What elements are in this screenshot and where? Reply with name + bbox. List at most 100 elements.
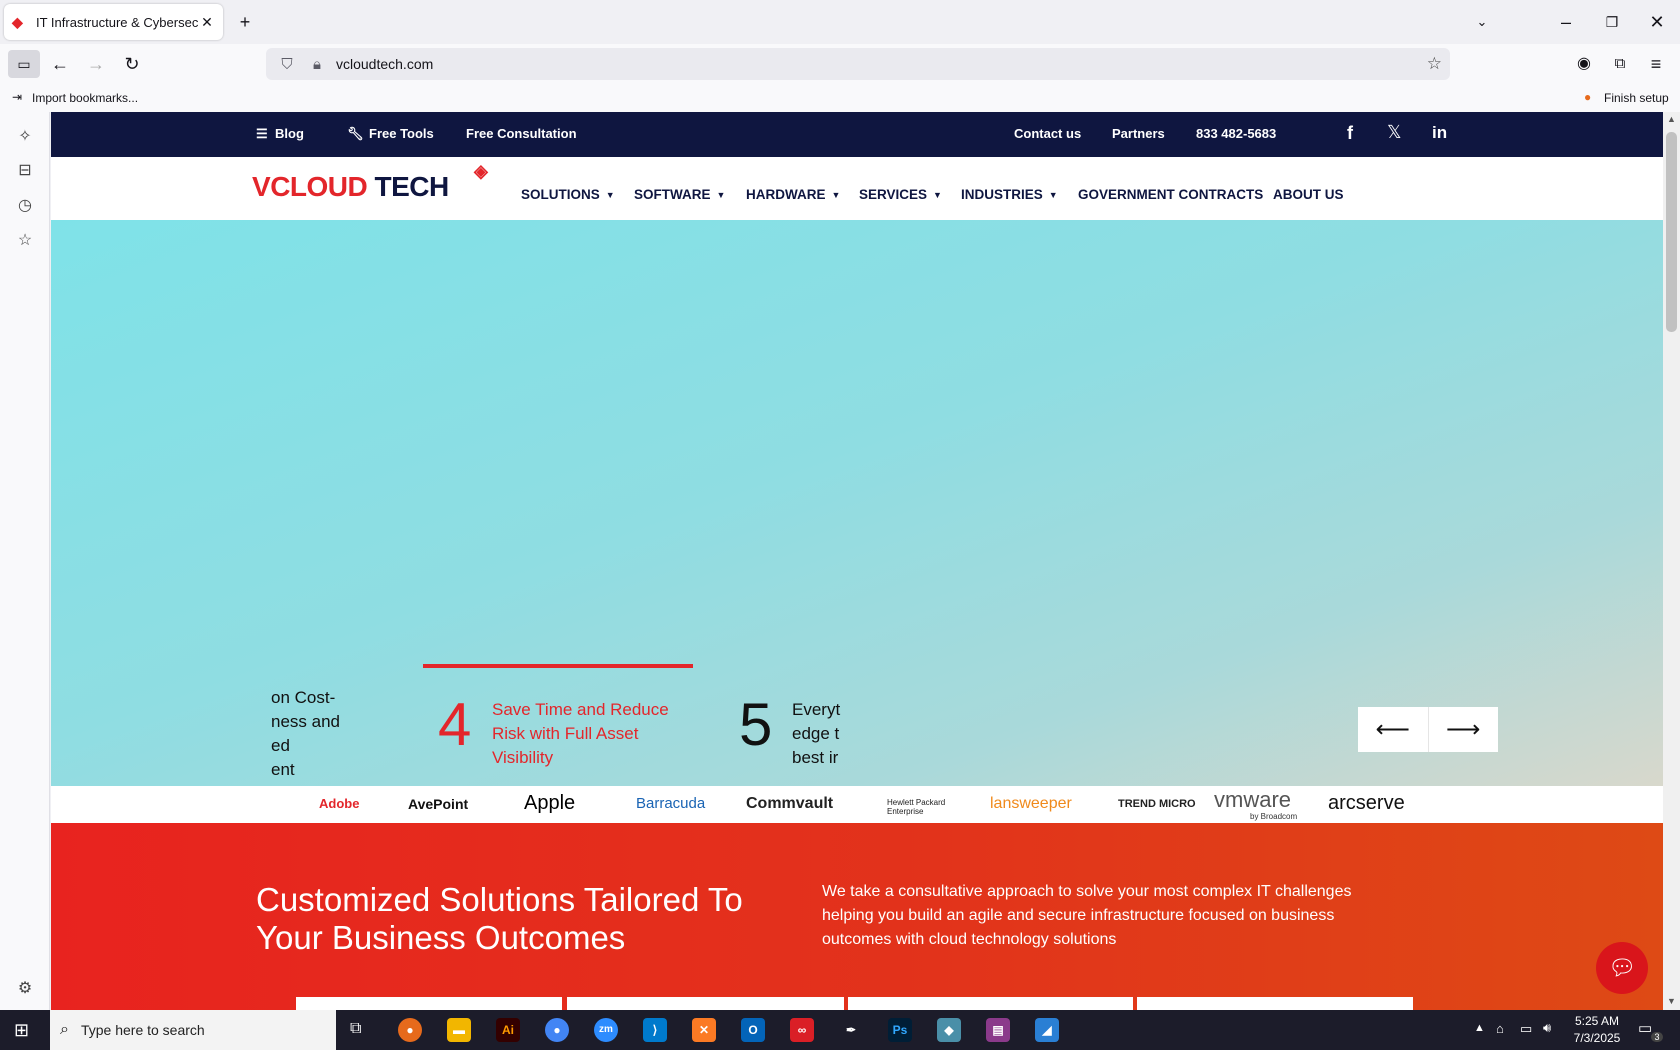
import-icon: ⇥ — [12, 90, 23, 104]
photoshop-icon[interactable]: Ps — [888, 1018, 912, 1042]
xampp-icon[interactable]: ✕ — [692, 1018, 716, 1042]
address-bar[interactable]: ⛉ 🔒︎ vcloudtech.com ☆ — [266, 48, 1450, 80]
slide-4-number: 4 — [438, 691, 472, 758]
partners-link[interactable]: Partners — [1112, 126, 1165, 141]
windows-start-icon[interactable]: ⊞ — [14, 1020, 29, 1041]
adobe-logo: Adobe — [319, 796, 360, 811]
paint-icon[interactable]: ◢ — [1035, 1018, 1059, 1042]
page-scrollbar[interactable]: ▲ ▼ — [1663, 112, 1680, 1010]
back-arrow-icon[interactable]: ← — [44, 50, 76, 78]
avepoint-logo: AvePoint — [408, 796, 469, 812]
linkedin-icon[interactable]: in — [1432, 123, 1447, 143]
settings-gear-icon[interactable]: ⚙ — [14, 978, 36, 1000]
nav-services[interactable]: SERVICES ▼ — [859, 187, 942, 202]
ai-sparkle-icon[interactable]: ✧ — [14, 126, 36, 148]
nav-solutions[interactable]: SOLUTIONS ▼ — [521, 187, 615, 202]
apple-logo: Apple — [524, 792, 576, 814]
prev-arrow-icon[interactable]: ⟵ — [1358, 707, 1429, 752]
shield-icon[interactable]: ⛉ — [276, 56, 298, 73]
bookmark-star-icon[interactable]: ☆ — [1427, 54, 1442, 74]
tab-list-chevron-icon[interactable]: ⌄ — [1466, 8, 1498, 36]
trend-micro-logo: TREND MICRO — [1118, 798, 1196, 810]
tray-chevron-icon[interactable]: ▲ — [1474, 1022, 1485, 1034]
windows-taskbar: ⊞ ⌕ Type here to search ⧉ ● ▬ Ai ● zm ⟩ … — [0, 1010, 1680, 1050]
tray-network-icon[interactable]: ⌂ — [1496, 1021, 1504, 1036]
lock-icon[interactable]: 🔒︎ — [306, 56, 328, 73]
firefox-icon: ● — [1584, 90, 1592, 104]
taskbar-search[interactable]: ⌕ Type here to search — [50, 1010, 336, 1050]
tab-close-icon[interactable]: ✕ — [199, 14, 215, 31]
clock-time[interactable]: 5:25 AM — [1571, 1014, 1623, 1028]
volume-icon[interactable]: 🔊︎ — [1543, 1020, 1551, 1036]
solution-card[interactable] — [567, 997, 844, 1010]
slide-5-text[interactable]: Everyt edge t best ir — [792, 698, 842, 770]
section-description: We take a consultative approach to solve… — [822, 883, 1352, 948]
chrome-icon[interactable]: ● — [545, 1018, 569, 1042]
creative-cloud-icon[interactable]: ∞ — [790, 1018, 814, 1042]
app-gem-icon[interactable]: ◆ — [937, 1018, 961, 1042]
firefox-taskbar-icon[interactable]: ● — [398, 1018, 422, 1042]
slide-3-text[interactable]: on Cost- ness and ed ent — [271, 686, 340, 782]
tray-display-icon[interactable]: ▭ — [1520, 1021, 1532, 1037]
nav-hardware[interactable]: HARDWARE ▼ — [746, 187, 840, 202]
browser-sidebar: ✧ ⊟ ◷ ☆ ⚙ — [0, 112, 50, 1010]
search-icon: ⌕ — [60, 1021, 69, 1038]
reload-icon[interactable]: ↻ — [116, 50, 148, 78]
logo-mark-icon: ◈ — [474, 161, 488, 181]
notification-count: 3 — [1651, 1032, 1663, 1042]
nav-software[interactable]: SOFTWARE ▼ — [634, 187, 725, 202]
close-window-button[interactable]: ✕ — [1641, 8, 1673, 36]
url-text[interactable]: vcloudtech.com — [336, 56, 433, 72]
facebook-icon[interactable]: f — [1347, 123, 1353, 144]
phone-link[interactable]: 833 482-5683 — [1196, 126, 1276, 141]
blog-link[interactable]: Blog — [275, 126, 304, 141]
nav-about-us[interactable]: ABOUT US — [1273, 187, 1344, 202]
restore-button[interactable]: ❐ — [1596, 8, 1628, 36]
winrar-icon[interactable]: ▤ — [986, 1018, 1010, 1042]
scrollbar-thumb[interactable] — [1666, 132, 1677, 332]
menu-icon[interactable]: ≡ — [1640, 50, 1672, 78]
vcloud-tech-logo[interactable]: VCLOUD TECH ◈ — [252, 161, 488, 207]
chat-bubble-icon[interactable]: 💬︎ — [1596, 942, 1648, 994]
slide-4-text[interactable]: Save Time and Reduce Risk with Full Asse… — [492, 698, 669, 770]
hpe-logo: Hewlett Packard Enterprise — [887, 798, 946, 816]
free-consultation-link[interactable]: Free Consultation — [466, 126, 577, 141]
synced-tabs-icon[interactable]: ⊟ — [14, 160, 36, 182]
broadcom-label: by Broadcom — [1250, 812, 1298, 821]
history-icon[interactable]: ◷ — [14, 195, 36, 217]
commvault-logo: Commvault — [746, 795, 834, 812]
vscode-icon[interactable]: ⟩ — [643, 1018, 667, 1042]
import-bookmarks-link[interactable]: Import bookmarks... — [32, 91, 138, 105]
browser-toolbar: ▭ ← → ↻ ⛉ 🔒︎ vcloudtech.com ☆ ◉ ⧉ ≡ — [0, 44, 1680, 84]
bookmarks-icon[interactable]: ☆ — [14, 230, 36, 252]
finish-setup-link[interactable]: Finish setup — [1604, 91, 1669, 105]
x-twitter-icon[interactable]: 𝕏 — [1387, 122, 1402, 143]
pen-tool-icon[interactable]: ✒ — [839, 1018, 863, 1042]
hero-slider: on Cost- ness and ed ent 4 Save Time and… — [51, 220, 1663, 786]
scroll-up-icon[interactable]: ▲ — [1667, 114, 1676, 124]
solution-card[interactable] — [848, 997, 1133, 1010]
clock-date[interactable]: 7/3/2025 — [1571, 1031, 1623, 1045]
account-icon[interactable]: ◉ — [1568, 50, 1600, 78]
solution-card[interactable] — [1137, 997, 1413, 1010]
scroll-down-icon[interactable]: ▼ — [1667, 996, 1676, 1006]
zoom-icon[interactable]: zm — [594, 1018, 618, 1042]
contact-link[interactable]: Contact us — [1014, 126, 1081, 141]
active-tab[interactable]: ◆ IT Infrastructure & Cybersecurity ✕ — [4, 4, 223, 40]
notification-icon[interactable]: ▭ — [1638, 1019, 1652, 1037]
nav-government-contracts[interactable]: GOVERNMENT CONTRACTS — [1078, 187, 1263, 202]
sidebar-toggle-icon[interactable]: ▭ — [8, 50, 40, 78]
new-tab-button[interactable]: + — [229, 8, 261, 36]
illustrator-icon[interactable]: Ai — [496, 1018, 520, 1042]
free-tools-link[interactable]: Free Tools — [369, 126, 434, 141]
extensions-icon[interactable]: ⧉ — [1604, 50, 1636, 78]
outlook-icon[interactable]: O — [741, 1018, 765, 1042]
nav-industries[interactable]: INDUSTRIES ▼ — [961, 187, 1058, 202]
solution-card[interactable] — [296, 997, 562, 1010]
next-arrow-icon[interactable]: ⟶ — [1429, 707, 1499, 752]
slider-arrows: ⟵ ⟶ — [1358, 707, 1498, 752]
minimize-button[interactable]: – — [1550, 8, 1582, 36]
task-view-icon[interactable]: ⧉ — [350, 1020, 361, 1038]
file-explorer-icon[interactable]: ▬ — [447, 1018, 471, 1042]
forward-arrow-icon[interactable]: → — [80, 50, 112, 78]
